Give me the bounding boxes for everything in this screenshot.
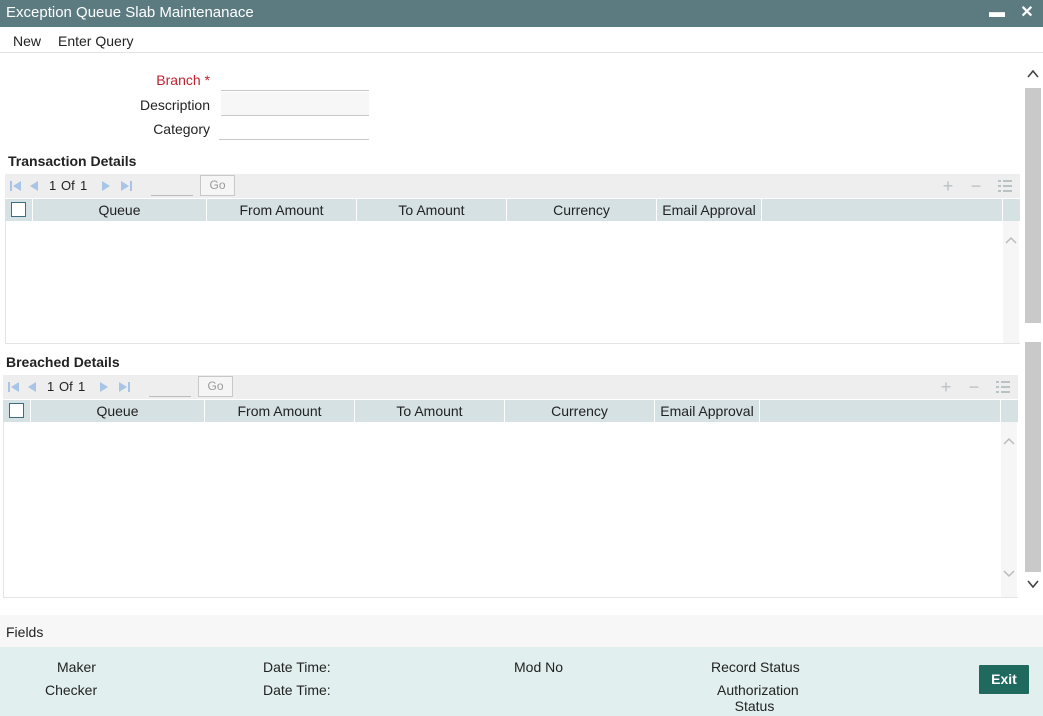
scroll-up-icon[interactable] bbox=[1005, 235, 1017, 245]
description-input[interactable] bbox=[221, 92, 369, 116]
breached-grid-scrollbar[interactable] bbox=[1001, 422, 1017, 597]
scroll-down-icon[interactable] bbox=[1003, 569, 1015, 579]
transaction-grid-body bbox=[5, 221, 1020, 344]
breached-grid-body bbox=[3, 422, 1018, 598]
audit-footer: Maker Checker Date Time: Date Time: Mod … bbox=[0, 647, 1043, 716]
page-number-input[interactable] bbox=[151, 176, 193, 196]
breached-grid-toolbar: 1 Of 1 Go + − bbox=[3, 375, 1018, 399]
description-label: Description bbox=[139, 97, 210, 113]
currency-column-header[interactable]: Currency bbox=[507, 199, 657, 221]
pager-of: Of bbox=[61, 178, 75, 193]
transaction-grid-toolbar: 1 Of 1 Go + − bbox=[5, 174, 1020, 198]
from-amount-column-header[interactable]: From Amount bbox=[205, 400, 355, 422]
mod-no-label: Mod No bbox=[514, 659, 564, 675]
category-label: Category bbox=[153, 121, 210, 137]
menu-bar: New Enter Query bbox=[0, 27, 1043, 53]
fields-bar[interactable]: Fields bbox=[0, 615, 1043, 647]
first-page-icon[interactable] bbox=[9, 179, 23, 193]
window-title: Exception Queue Slab Maintenanace bbox=[6, 4, 254, 21]
pager-total: 1 bbox=[80, 178, 88, 193]
branch-input[interactable] bbox=[221, 67, 369, 91]
select-all-cell bbox=[3, 400, 31, 422]
authorization-status-label: Authorization Status bbox=[717, 682, 799, 714]
go-button[interactable]: Go bbox=[200, 175, 235, 196]
delete-row-icon[interactable]: − bbox=[966, 378, 982, 396]
page-scroll-thumb-lower[interactable] bbox=[1025, 342, 1041, 572]
minimize-icon[interactable]: ▬ bbox=[987, 3, 1007, 23]
page-number-input[interactable] bbox=[149, 377, 191, 397]
pager-current: 1 bbox=[47, 379, 55, 394]
to-amount-column-header[interactable]: To Amount bbox=[357, 199, 507, 221]
maker-label: Maker bbox=[57, 659, 96, 675]
maker-date-time-label: Date Time: bbox=[263, 659, 331, 675]
add-row-icon[interactable]: + bbox=[938, 378, 954, 396]
transaction-grid-scrollbar[interactable] bbox=[1003, 221, 1019, 343]
checker-label: Checker bbox=[45, 682, 98, 698]
spacer-column-header bbox=[760, 400, 1001, 422]
breached-grid-header: Queue From Amount To Amount Currency Ema… bbox=[3, 400, 1018, 422]
from-amount-column-header[interactable]: From Amount bbox=[207, 199, 357, 221]
last-page-icon[interactable] bbox=[117, 380, 131, 394]
pager-current: 1 bbox=[49, 178, 57, 193]
page-scroll-thumb[interactable] bbox=[1025, 88, 1041, 323]
scroll-up-icon[interactable] bbox=[1003, 436, 1015, 446]
transaction-details-title: Transaction Details bbox=[8, 153, 137, 169]
branch-label: Branch * bbox=[90, 72, 210, 88]
select-all-cell bbox=[5, 199, 33, 221]
enter-query-menu-item[interactable]: Enter Query bbox=[58, 33, 133, 49]
to-amount-column-header[interactable]: To Amount bbox=[355, 400, 505, 422]
page-scrollbar[interactable] bbox=[1024, 60, 1042, 605]
single-view-icon[interactable] bbox=[995, 379, 1011, 395]
transaction-grid-header: Queue From Amount To Amount Currency Ema… bbox=[5, 199, 1020, 221]
first-page-icon[interactable] bbox=[7, 380, 21, 394]
category-input[interactable] bbox=[219, 116, 369, 140]
next-page-icon[interactable] bbox=[97, 380, 111, 394]
fields-label[interactable]: Fields bbox=[6, 624, 43, 640]
exit-button[interactable]: Exit bbox=[979, 665, 1029, 694]
last-page-icon[interactable] bbox=[119, 179, 133, 193]
select-all-checkbox[interactable] bbox=[11, 202, 26, 217]
branch-label-text: Branch bbox=[156, 72, 201, 88]
pager-total: 1 bbox=[78, 379, 86, 394]
previous-page-icon[interactable] bbox=[27, 179, 41, 193]
record-status-label: Record Status bbox=[711, 659, 800, 675]
go-button[interactable]: Go bbox=[198, 376, 233, 397]
checker-date-time-label: Date Time: bbox=[263, 682, 331, 698]
close-icon[interactable]: ✕ bbox=[1017, 3, 1037, 23]
select-all-checkbox[interactable] bbox=[9, 403, 24, 418]
add-row-icon[interactable]: + bbox=[940, 177, 956, 195]
delete-row-icon[interactable]: − bbox=[968, 177, 984, 195]
breached-details-title: Breached Details bbox=[6, 354, 120, 370]
next-page-icon[interactable] bbox=[99, 179, 113, 193]
pager-of: Of bbox=[59, 379, 73, 394]
previous-page-icon[interactable] bbox=[25, 380, 39, 394]
required-marker: * bbox=[204, 72, 210, 88]
authorization-status-line2: Status bbox=[734, 698, 775, 714]
single-view-icon[interactable] bbox=[997, 178, 1013, 194]
email-approval-column-header[interactable]: Email Approval bbox=[655, 400, 760, 422]
email-approval-column-header[interactable]: Email Approval bbox=[657, 199, 762, 221]
page-scroll-up-icon[interactable] bbox=[1026, 68, 1040, 80]
spacer-column-header bbox=[762, 199, 1003, 221]
queue-column-header[interactable]: Queue bbox=[31, 400, 205, 422]
new-menu-item[interactable]: New bbox=[13, 33, 41, 49]
currency-column-header[interactable]: Currency bbox=[505, 400, 655, 422]
title-bar: Exception Queue Slab Maintenanace ▬ ✕ bbox=[0, 0, 1043, 27]
queue-column-header[interactable]: Queue bbox=[33, 199, 207, 221]
authorization-status-line1: Authorization bbox=[717, 682, 799, 698]
page-scroll-down-icon[interactable] bbox=[1026, 578, 1040, 590]
